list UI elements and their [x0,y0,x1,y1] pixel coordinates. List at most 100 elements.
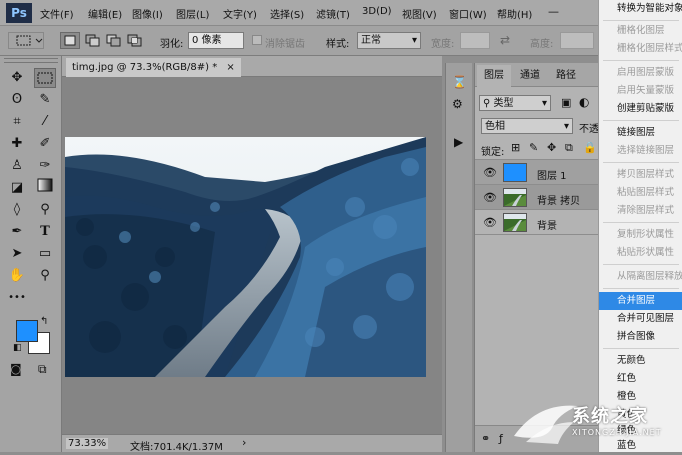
history-brush-tool-icon[interactable]: ✑ [34,156,56,176]
swap-colors-icon[interactable]: ↰ [40,316,48,327]
menu-item-copy-layer-style[interactable]: 拷贝图层样式 [599,166,682,184]
menu-item-enable-vector-mask[interactable]: 启用矢量蒙版 [599,82,682,100]
type-tool-icon[interactable]: T [34,222,56,242]
menu-item-link-layers[interactable]: 链接图层 [599,124,682,142]
path-selection-tool-icon[interactable]: ➤ [6,244,28,264]
menu-item-merge-visible[interactable]: 合并可见图层 [599,310,682,328]
brush-tool-icon[interactable]: ✐ [34,134,56,154]
filter-image-icon[interactable]: ▣ [561,96,571,109]
menu-3d[interactable]: 3D(D) [362,6,392,17]
menu-type[interactable]: 文字(Y) [223,6,257,21]
filter-adjustment-icon[interactable]: ◐ [579,95,589,109]
eyedropper-tool-icon[interactable]: ⁄ [34,112,56,132]
menu-layer[interactable]: 图层(L) [176,6,209,21]
lock-transparent-icon[interactable]: ⊞ [511,141,520,154]
menu-window[interactable]: 窗口(W) [449,6,487,21]
foreground-color-swatch-top[interactable] [16,320,38,342]
default-colors-icon[interactable]: ◧ [13,343,22,353]
menu-file[interactable]: 文件(F) [40,6,74,21]
antialias-checkbox[interactable] [252,35,262,45]
blur-tool-icon[interactable]: ◊ [6,200,28,220]
layer-row[interactable]: 👁 背景 拷贝 [475,185,605,210]
menu-item-paste-shape-attributes[interactable]: 粘贴形状属性 [599,244,682,262]
pen-tool-icon[interactable]: ✒ [6,222,28,242]
actions-panel-icon[interactable]: ⚙ [452,97,463,111]
rectangle-tool-icon[interactable]: ▭ [34,244,56,264]
crop-tool-icon[interactable]: ⌗ [6,112,28,132]
menu-item-select-linked-layers[interactable]: 选择链接图层 [599,142,682,160]
menu-filter[interactable]: 滤镜(T) [316,6,350,21]
layer-row[interactable]: 👁 背景 [475,210,605,235]
lock-all-icon[interactable]: 🔒 [583,141,597,154]
tab-channels[interactable]: 通道 [513,65,547,87]
menu-item-rasterize-layer[interactable]: 栅格化图层 [599,22,682,40]
move-tool-icon[interactable]: ✥ [6,68,28,88]
menu-edit[interactable]: 编辑(E) [88,6,122,21]
eye-icon[interactable]: 👁 [483,191,497,204]
menu-item-flatten-image[interactable]: 拼合图像 [599,328,682,346]
eye-icon[interactable]: 👁 [483,216,497,229]
document-tab[interactable]: timg.jpg @ 73.3%(RGB/8#) * × [66,58,241,77]
magic-wand-tool-icon[interactable]: ✎ [34,90,56,110]
gradient-tool-icon[interactable] [34,178,56,198]
menu-item-enable-layer-mask[interactable]: 启用图层蒙版 [599,64,682,82]
style-select[interactable]: 正常 ▾ [357,32,421,49]
menu-view[interactable]: 视图(V) [402,6,437,21]
layer-row[interactable]: 👁 图层 1 [475,160,605,185]
menu-select[interactable]: 选择(S) [270,6,304,21]
zoom-level[interactable]: 73.33% [66,438,109,449]
layer-name[interactable]: 背景 [537,217,557,232]
clone-stamp-tool-icon[interactable]: ♙ [6,156,28,176]
healing-brush-tool-icon[interactable]: ✚ [6,134,28,154]
link-layers-icon[interactable]: ⚭ [481,432,490,445]
document-image[interactable] [65,137,426,377]
menu-help[interactable]: 帮助(H) [497,6,532,21]
height-input[interactable] [560,32,594,49]
play-icon[interactable]: ▶ [454,135,463,149]
lock-artboard-icon[interactable]: ⧉ [565,141,573,155]
menu-item-clear-layer-style[interactable]: 清除图层样式 [599,202,682,220]
rect-marquee-tool-icon[interactable] [34,68,56,88]
lasso-tool-icon[interactable]: ʘ [6,90,28,110]
intersect-selection-button[interactable] [126,33,144,48]
eye-icon[interactable]: 👁 [483,166,497,179]
toolbar-grip[interactable] [4,58,58,63]
zoom-tool-icon[interactable]: ⚲ [34,266,56,286]
menu-item-convert-smart-object[interactable]: 转换为智能对象 [599,0,682,18]
edit-toolbar-icon[interactable]: ••• [6,288,28,308]
dodge-tool-icon[interactable]: ⚲ [34,200,56,220]
menu-item-release-from-isolation[interactable]: 从隔离图层释放 [599,268,682,286]
width-input[interactable] [460,32,490,49]
menu-item-paste-layer-style[interactable]: 粘贴图层样式 [599,184,682,202]
add-selection-button[interactable] [84,33,102,48]
status-menu-chevron-icon[interactable]: › [242,436,246,449]
menu-item-create-clipping-mask[interactable]: 创建剪贴蒙版 [599,100,682,118]
quick-mask-icon[interactable]: ◙ [10,362,22,376]
subtract-selection-button[interactable] [105,33,123,48]
screen-mode-icon[interactable]: ⧉ [38,362,47,377]
layer-filter-select[interactable]: ⚲ 类型 ▾ [479,95,551,111]
tab-paths[interactable]: 路径 [549,65,583,87]
menu-item-rasterize-layer-style[interactable]: 栅格化图层样式 [599,40,682,58]
menu-item-no-color[interactable]: 无颜色 [599,352,682,370]
hand-tool-icon[interactable]: ✋ [6,266,28,286]
marquee-preset-picker[interactable] [8,32,44,49]
new-selection-button[interactable] [60,32,80,49]
lock-pixels-icon[interactable]: ✎ [529,141,538,154]
eraser-tool-icon[interactable]: ◪ [6,178,28,198]
lock-position-icon[interactable]: ✥ [547,141,556,154]
menu-item-copy-shape-attributes[interactable]: 复制形状属性 [599,226,682,244]
tab-layers[interactable]: 图层 [477,65,511,87]
fx-icon[interactable]: ƒ [499,432,503,445]
close-icon[interactable]: × [226,62,234,73]
history-panel-icon[interactable]: ⌛ [452,75,467,89]
layer-name[interactable]: 背景 拷贝 [537,192,580,207]
menu-item-red[interactable]: 红色 [599,370,682,388]
layer-name[interactable]: 图层 1 [537,167,567,182]
minimize-icon[interactable]: — [548,5,559,18]
menu-image[interactable]: 图像(I) [132,6,163,21]
feather-input[interactable]: 0 像素 [188,32,244,49]
swap-dimensions-icon[interactable]: ⇄ [500,33,510,47]
blend-mode-select[interactable]: 色相 ▾ [481,118,573,134]
menu-item-merge-layers[interactable]: 合并图层 [599,292,682,310]
